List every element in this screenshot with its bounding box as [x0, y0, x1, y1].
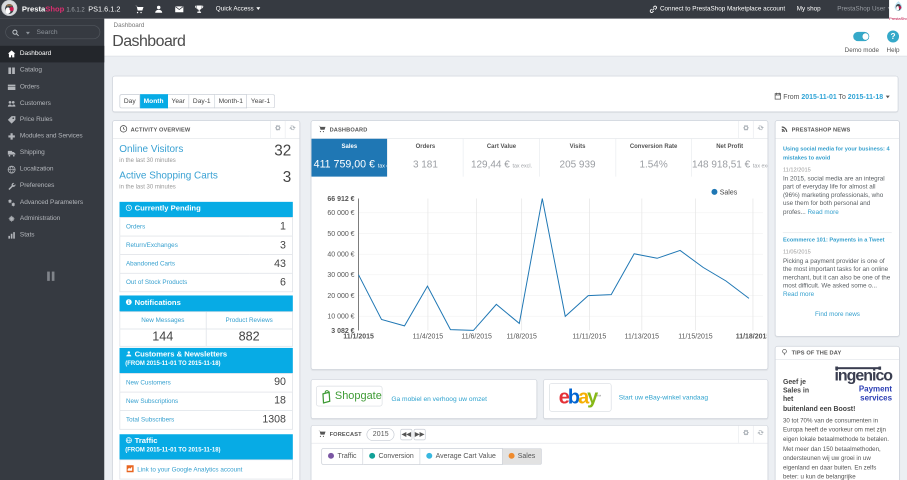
svg-text:11/6/2015: 11/6/2015 [462, 333, 493, 340]
svg-text:50 000 €: 50 000 € [328, 230, 355, 237]
svg-text:40 000 €: 40 000 € [328, 251, 355, 258]
svg-text:30 000 €: 30 000 € [328, 272, 355, 279]
svg-text:10 000 €: 10 000 € [328, 313, 355, 320]
svg-text:11/4/2015: 11/4/2015 [413, 333, 444, 340]
svg-text:11/15/2015: 11/15/2015 [679, 333, 713, 340]
svg-text:11/8/2015: 11/8/2015 [507, 333, 538, 340]
svg-text:11/18/2015: 11/18/2015 [736, 333, 767, 340]
svg-text:11/13/2015: 11/13/2015 [625, 333, 659, 340]
svg-text:60 000 €: 60 000 € [328, 210, 355, 217]
svg-text:11/11/2015: 11/11/2015 [573, 333, 607, 340]
svg-text:11/1/2015: 11/1/2015 [343, 333, 374, 340]
svg-text:66 912 €: 66 912 € [328, 196, 355, 203]
svg-text:Sales: Sales [720, 189, 738, 196]
svg-text:20 000 €: 20 000 € [328, 292, 355, 299]
